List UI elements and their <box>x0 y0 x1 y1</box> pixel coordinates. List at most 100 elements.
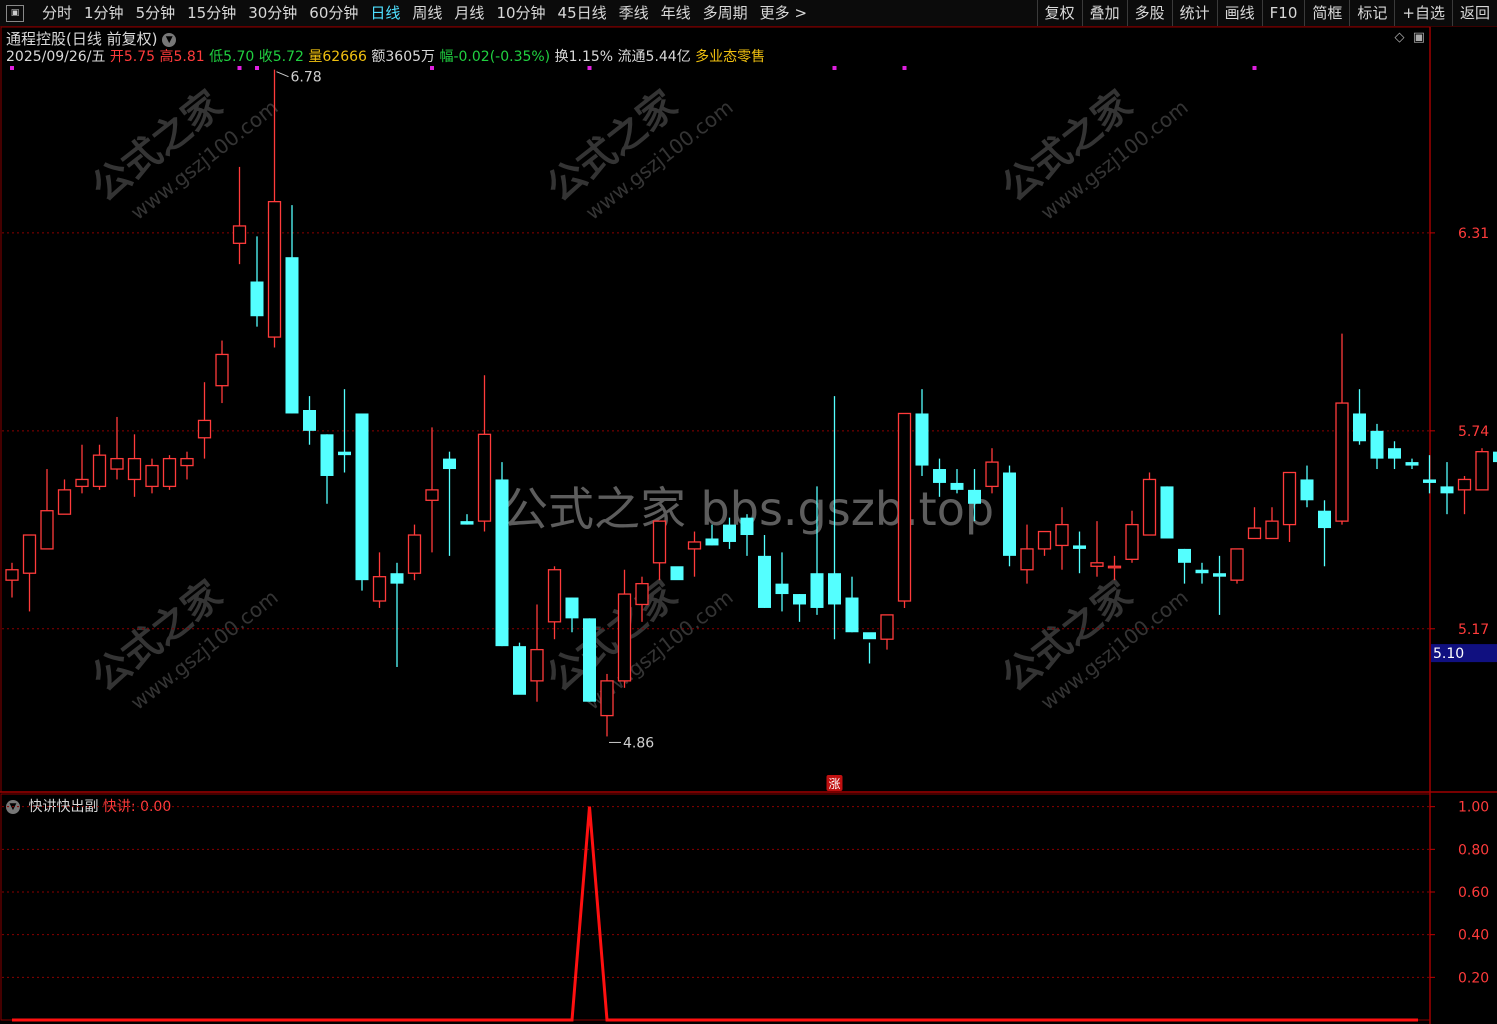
min-price-label: 4.86 <box>623 735 654 751</box>
candle-body <box>495 479 509 647</box>
candle-body <box>1457 478 1472 491</box>
candle-body <box>1073 545 1086 549</box>
candle-body <box>1405 462 1419 466</box>
candle-body <box>110 457 124 470</box>
candle-body <box>285 257 299 414</box>
sub-pane-frame <box>0 793 1431 1021</box>
candle-body <box>1353 413 1366 442</box>
candle <box>110 416 124 480</box>
candle-body <box>985 461 999 488</box>
candle-body <box>1125 523 1139 560</box>
candle <box>1388 441 1401 470</box>
candle-body <box>372 576 387 602</box>
candle-body <box>145 464 159 488</box>
candle <box>57 479 72 515</box>
candle <box>1125 510 1139 563</box>
watermark: 公式之家www.gszj100.com <box>83 82 282 225</box>
candle <box>443 451 456 556</box>
candle-body <box>810 573 824 608</box>
candle-body <box>897 412 912 602</box>
candle <box>162 455 177 490</box>
candle-body <box>1160 486 1174 539</box>
candle <box>652 520 667 581</box>
candle-body <box>127 457 142 481</box>
price-tick-label: 5.74 <box>1458 424 1489 440</box>
signal-marker <box>902 66 907 70</box>
candle-body <box>1055 523 1069 547</box>
candle <box>863 632 876 664</box>
candle <box>250 236 264 327</box>
indicator-tick-label: 1.00 <box>1458 800 1489 816</box>
candle-body <box>443 458 456 470</box>
current-price-label: 5.10 <box>1433 646 1464 662</box>
candle-body <box>635 582 649 606</box>
candle <box>425 427 439 553</box>
candle-body <box>758 555 771 608</box>
candle <box>600 673 614 737</box>
chart-canvas[interactable]: 公式之家www.gszj100.com 公式之家www.gszj100.com 公式… <box>0 0 1497 1024</box>
candle <box>1178 548 1191 584</box>
candle-body <box>355 413 369 581</box>
candle-body <box>407 534 422 574</box>
candle <box>1475 448 1489 491</box>
candle <box>687 531 702 577</box>
candle <box>1353 389 1366 445</box>
candle-body <box>267 200 282 338</box>
candle <box>40 469 54 550</box>
watermark: 公式之家www.gszj100.com <box>538 82 737 225</box>
candle-body <box>863 632 876 640</box>
candle-body <box>1037 530 1052 550</box>
candle <box>477 375 492 532</box>
candle-body <box>968 489 981 504</box>
candle-body <box>460 521 474 525</box>
candle-body <box>1282 471 1297 526</box>
candle-body <box>40 510 54 550</box>
candle <box>5 562 19 598</box>
candle <box>530 604 544 702</box>
candle-body <box>1090 562 1104 567</box>
candle <box>1247 507 1262 540</box>
candle-body <box>180 457 194 467</box>
candle <box>985 448 999 494</box>
candle <box>793 594 806 622</box>
candle-body <box>600 680 614 717</box>
candle-body <box>1230 548 1244 581</box>
candle <box>338 389 351 473</box>
candle-body <box>338 451 351 456</box>
candle <box>92 444 107 490</box>
watermark: 公式之家www.gszj100.com <box>993 572 1192 715</box>
candle <box>495 462 509 647</box>
candle <box>75 444 89 494</box>
candle-body <box>1265 520 1279 540</box>
candle-body <box>845 597 859 633</box>
signal-marker <box>832 66 837 70</box>
candle <box>1265 507 1279 540</box>
candle-body <box>1020 548 1034 571</box>
candle-body <box>1440 486 1454 494</box>
candle-body <box>1493 451 1497 463</box>
candle-body <box>1247 527 1262 540</box>
candle-body <box>197 419 212 439</box>
watermark: 公式之家www.gszj100.com <box>993 82 1192 225</box>
candle <box>1300 465 1314 508</box>
candle-body <box>75 478 89 488</box>
candle <box>583 618 596 702</box>
candle <box>1282 471 1297 542</box>
candle <box>1090 521 1104 577</box>
limit-up-badge-text: 涨 <box>828 776 840 791</box>
candle <box>1160 486 1174 539</box>
candle <box>372 552 387 608</box>
candle <box>127 434 142 497</box>
candle <box>1230 548 1244 584</box>
signal-marker <box>587 66 592 70</box>
candle <box>547 566 562 640</box>
candle-body <box>880 614 894 640</box>
signal-marker <box>430 66 434 70</box>
signal-marker <box>237 66 242 70</box>
indicator-tick-label: 0.20 <box>1458 970 1489 986</box>
candle-body <box>583 618 596 702</box>
indicator-tick-label: 0.80 <box>1458 842 1489 858</box>
candle-body <box>670 566 684 581</box>
candle <box>1423 455 1436 494</box>
candle <box>1335 333 1349 525</box>
